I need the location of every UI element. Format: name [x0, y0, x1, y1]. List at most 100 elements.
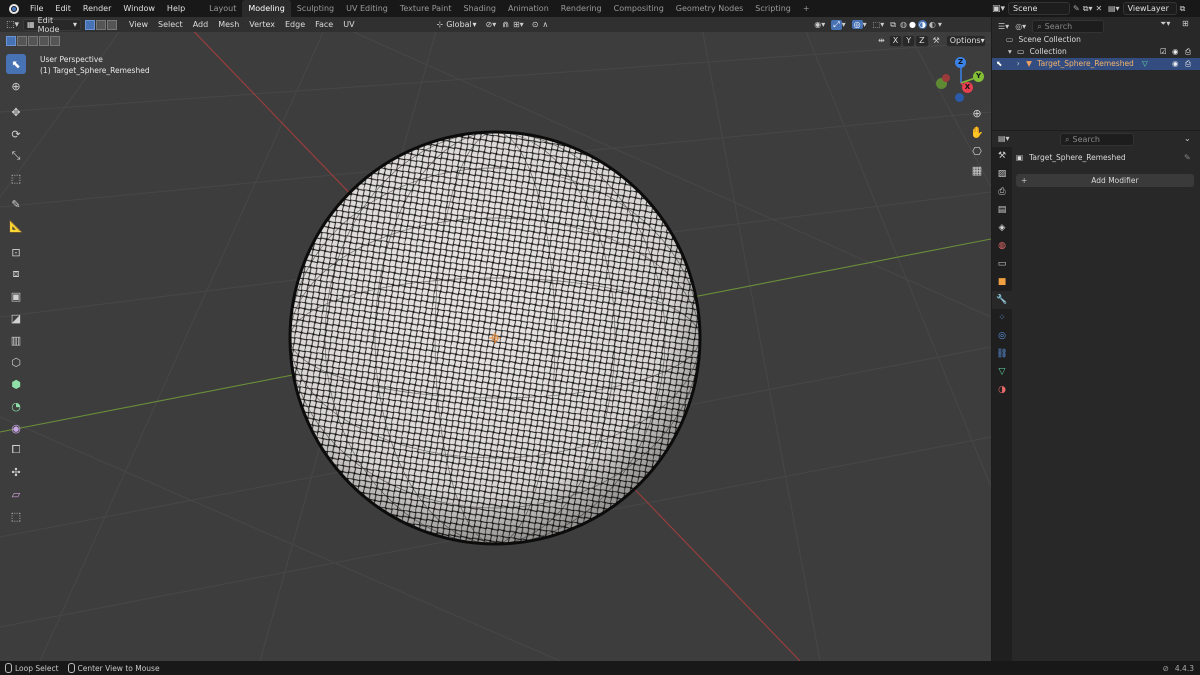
menu-add[interactable]: Add — [188, 17, 214, 32]
mirror-z-toggle[interactable]: Z — [915, 34, 929, 47]
gizmo-neg-z[interactable] — [955, 93, 964, 102]
tab-layout[interactable]: Layout — [203, 0, 242, 17]
collection-eye-icon[interactable]: ◉ — [1172, 46, 1179, 58]
menu-file[interactable]: File — [24, 0, 49, 17]
shading-solid-icon[interactable]: ● — [909, 20, 916, 29]
wrench-settings-icon[interactable]: ⚒ — [933, 36, 940, 45]
collection-camera-icon[interactable]: ⎙ — [1185, 46, 1191, 58]
pivot-point-icon[interactable]: ⊘▾ — [486, 20, 497, 29]
expand-icon[interactable]: ▾ — [1008, 47, 1012, 56]
outliner-row-scene-collection[interactable]: ▭ Scene Collection — [992, 34, 1200, 46]
blender-logo-icon[interactable] — [6, 3, 20, 15]
transform-tool[interactable]: ⬚ — [6, 168, 26, 188]
zoom-icon[interactable]: ⊕ — [969, 106, 985, 122]
smooth-tool[interactable]: ◉ — [6, 418, 26, 438]
mesh-overlay-icon[interactable]: ⬚▾ — [873, 20, 885, 29]
xray-icon[interactable]: ⧉ — [890, 20, 896, 30]
outliner-row-collection[interactable]: ▾ ▭ Collection ☑ ◉ ⎙ — [992, 46, 1200, 58]
menu-render[interactable]: Render — [77, 0, 117, 17]
camera-view-icon[interactable]: ⎔ — [969, 144, 985, 160]
tab-geometry-nodes[interactable]: Geometry Nodes — [670, 0, 749, 17]
add-cube-tool[interactable]: ⊡ — [6, 242, 26, 262]
new-scene-icon[interactable]: ⧉▾ — [1083, 4, 1093, 14]
proportional-falloff-icon[interactable]: ∧ — [542, 20, 548, 29]
properties-options-icon[interactable]: ⌄ — [1184, 134, 1191, 143]
gizmo-x[interactable]: X — [962, 82, 973, 93]
select-box-tool[interactable]: ⬉ — [6, 54, 26, 74]
data-tab-icon[interactable]: ▽ — [992, 363, 1012, 381]
shading-material-icon[interactable]: ◑ — [917, 20, 927, 29]
particles-tab-icon[interactable]: ⁘ — [992, 309, 1012, 327]
editor-type-icon[interactable]: ⬚▾ — [6, 20, 19, 30]
tab-shading[interactable]: Shading — [457, 0, 502, 17]
collection-checkbox[interactable]: ☑ — [1160, 46, 1167, 58]
3d-viewport[interactable]: ⬚▾ ▦ Edit Mode ▾ View Select Add Mesh Vert… — [0, 17, 991, 661]
select-invert-button[interactable] — [39, 35, 49, 46]
mirror-x-toggle[interactable]: X — [888, 34, 903, 47]
scale-tool[interactable]: ⤡ — [6, 146, 26, 166]
tab-sculpting[interactable]: Sculpting — [291, 0, 340, 17]
rip-region-tool[interactable]: ⬚ — [6, 506, 26, 526]
scene-icon[interactable]: ▣▾ — [992, 4, 1005, 14]
gizmo-z[interactable]: Z — [955, 57, 966, 68]
pan-hand-icon[interactable]: ✋ — [969, 125, 985, 141]
tab-animation[interactable]: Animation — [502, 0, 555, 17]
add-workspace-button[interactable]: + — [797, 0, 816, 17]
add-modifier-button[interactable]: + Add Modifier — [1016, 174, 1194, 187]
menu-uv[interactable]: UV — [338, 17, 359, 32]
menu-edit[interactable]: Edit — [49, 0, 77, 17]
measure-tool[interactable]: 📐 — [6, 216, 26, 236]
tab-compositing[interactable]: Compositing — [608, 0, 670, 17]
mirror-y-toggle[interactable]: Y — [902, 34, 916, 47]
outliner-display-mode-icon[interactable]: ◎▾ — [1015, 22, 1026, 31]
edge-select-button[interactable] — [96, 19, 107, 30]
render-tab-icon[interactable]: ▨ — [992, 165, 1012, 183]
mode-selector[interactable]: ▦ Edit Mode ▾ — [23, 17, 82, 34]
vertex-select-button[interactable] — [85, 19, 96, 30]
mirror-icon[interactable]: ⇹ — [878, 36, 885, 45]
shear-tool[interactable]: ▱ — [6, 484, 26, 504]
collection-tab-icon[interactable]: ▭ — [992, 255, 1012, 273]
menu-select[interactable]: Select — [153, 17, 188, 32]
rotate-tool[interactable]: ⟳ — [6, 124, 26, 144]
shrink-fatten-tool[interactable]: ✣ — [6, 462, 26, 482]
menu-mesh[interactable]: Mesh — [213, 17, 244, 32]
gizmo-menu-icon[interactable]: ▾ — [842, 20, 846, 29]
pin-icon[interactable]: ✎ — [1073, 4, 1080, 13]
shading-menu-icon[interactable]: ▾ — [938, 20, 942, 29]
constraints-tab-icon[interactable]: ⛓ — [992, 345, 1012, 363]
object-camera-icon[interactable]: ⎙ — [1185, 58, 1191, 70]
tab-rendering[interactable]: Rendering — [555, 0, 608, 17]
snap-settings-icon[interactable]: ⊞▾ — [513, 20, 524, 29]
outliner-editor-icon[interactable]: ☰▾ — [998, 22, 1009, 31]
select-new-button[interactable] — [6, 35, 16, 46]
shading-wireframe-icon[interactable]: ◍ — [900, 20, 907, 29]
tab-scripting[interactable]: Scripting — [749, 0, 797, 17]
new-collection-icon[interactable]: ⊞ — [1182, 19, 1189, 28]
object-eye-icon[interactable]: ◉ — [1172, 58, 1179, 70]
move-tool[interactable]: ✥ — [6, 102, 26, 122]
options-button[interactable]: Options ▾ — [945, 34, 986, 47]
view-layer-selector[interactable]: ViewLayer — [1122, 2, 1177, 15]
inset-tool[interactable]: ▣ — [6, 286, 26, 306]
menu-vertex[interactable]: Vertex — [244, 17, 280, 32]
scene-selector[interactable]: Scene — [1008, 2, 1071, 15]
modifier-tab-icon[interactable]: 🔧 — [992, 291, 1012, 309]
world-tab-icon[interactable]: ◍ — [992, 237, 1012, 255]
proportional-editing-icon[interactable]: ⊙ — [532, 20, 539, 29]
material-tab-icon[interactable]: ◑ — [992, 381, 1012, 399]
scene-tab-icon[interactable]: ◈ — [992, 219, 1012, 237]
menu-edge[interactable]: Edge — [280, 17, 310, 32]
annotate-tool[interactable]: ✎ — [6, 194, 26, 214]
properties-search-input[interactable]: ⌕ Search — [1060, 133, 1134, 146]
transform-orientation-selector[interactable]: ⊹ Global ▾ — [434, 19, 480, 31]
shading-rendered-icon[interactable]: ◐ — [929, 20, 936, 29]
pin-icon[interactable]: ✎ — [1184, 153, 1191, 162]
tab-modeling[interactable]: Modeling — [242, 0, 291, 17]
outliner-row-object[interactable]: ⬉ › ▼ Target_Sphere_Remeshed ▽ ◉ ⎙ — [992, 58, 1200, 70]
tab-uv-editing[interactable]: UV Editing — [340, 0, 394, 17]
overlays-menu-icon[interactable]: ▾ — [863, 20, 867, 29]
view-layer-tab-icon[interactable]: ▤ — [992, 201, 1012, 219]
outliner-search-input[interactable]: ⌕ Search — [1032, 20, 1105, 33]
face-select-button[interactable] — [107, 19, 118, 30]
